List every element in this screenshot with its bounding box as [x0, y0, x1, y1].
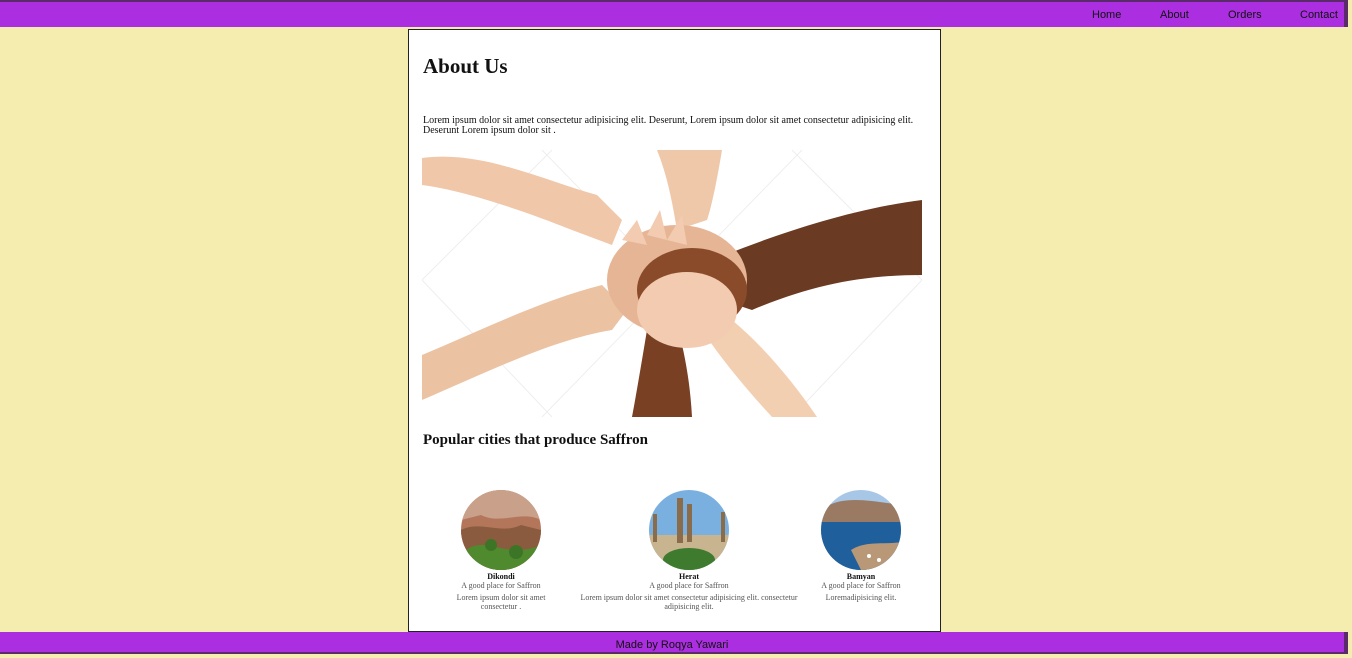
city-description: Lorem ipsum dolor sit amet consectetur . — [456, 593, 546, 611]
city-tagline: A good place for Saffron — [461, 581, 541, 590]
nav-home-link[interactable]: Home — [1092, 9, 1121, 21]
city-card: Dikondi A good place for Saffron Lorem i… — [441, 490, 561, 611]
page-title: About Us — [423, 54, 508, 78]
city-tagline: A good place for Saffron — [649, 581, 729, 590]
hero-image — [422, 150, 922, 417]
city-card: Herat A good place for Saffron Lorem ips… — [577, 490, 801, 611]
nav-orders-link[interactable]: Orders — [1228, 9, 1262, 21]
section-title: Popular cities that produce Saffron — [423, 432, 649, 448]
about-card: About Us Lorem ipsum dolor sit amet cons… — [408, 29, 941, 632]
city-name: Dikondi — [487, 572, 515, 581]
intro-paragraph: Lorem ipsum dolor sit amet consectetur a… — [423, 115, 914, 136]
city-tagline: A good place for Saffron — [821, 581, 901, 590]
city-name: Bamyan — [846, 572, 876, 581]
footer-credit: Made by Roqya Yawari — [615, 639, 729, 651]
footer-bar: Made by Roqya Yawari — [0, 632, 1348, 654]
city-description: Lorem ipsum dolor sit amet consectetur a… — [580, 593, 798, 611]
city-name: Herat — [679, 572, 699, 581]
city-description: Loremadipisicing elit. — [825, 593, 897, 602]
city-image — [649, 490, 729, 570]
nav-about-link[interactable]: About — [1160, 9, 1189, 21]
city-image — [461, 490, 541, 570]
city-card: Bamyan A good place for Saffron Loremadi… — [811, 490, 911, 602]
top-nav-bar: Home About Orders Contact — [0, 0, 1348, 27]
nav-contact-link[interactable]: Contact — [1300, 9, 1338, 21]
city-image — [821, 490, 901, 570]
